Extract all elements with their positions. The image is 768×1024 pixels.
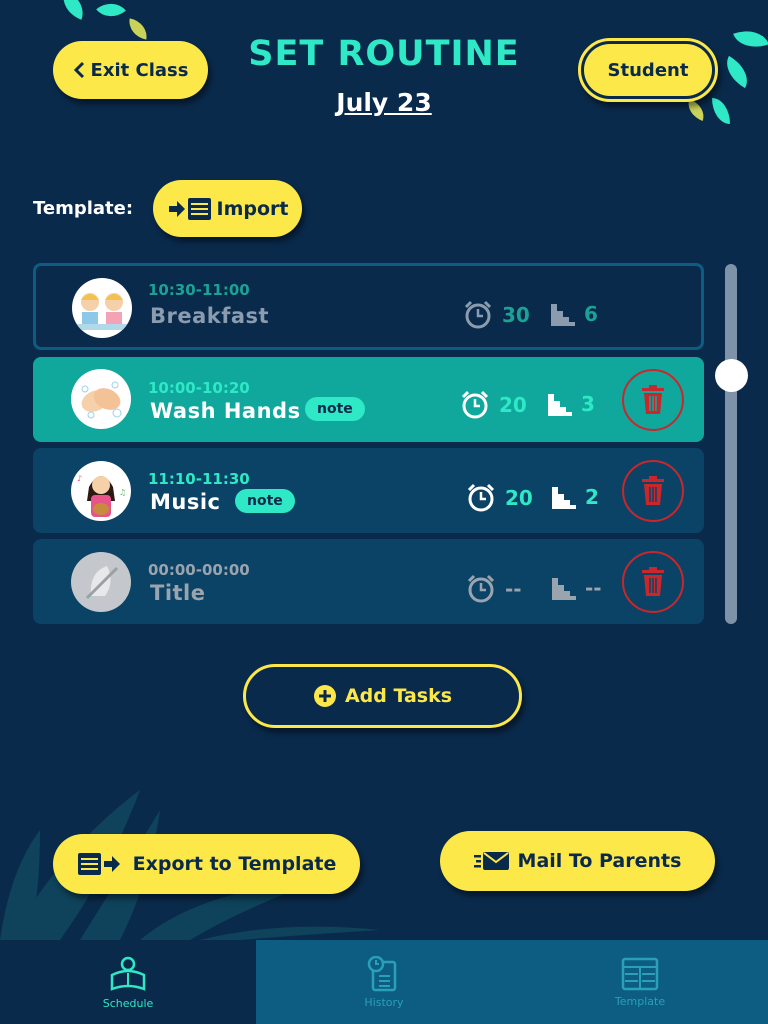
task-list-scrollbar[interactable] <box>725 264 737 624</box>
task-duration: 20 <box>465 482 533 514</box>
student-button[interactable]: Student <box>578 38 718 102</box>
task-time: 11:10-11:30 <box>148 470 250 488</box>
task-time: 10:00-10:20 <box>148 379 250 397</box>
task-name: Breakfast <box>150 304 270 328</box>
tab-template[interactable]: Template <box>512 940 768 1024</box>
trash-icon <box>642 385 664 414</box>
tab-label: Template <box>614 994 666 1008</box>
task-row-wash-hands[interactable]: 10:00-10:20 Wash Hands note 20 3 <box>33 357 704 442</box>
duration-value: 20 <box>499 393 527 417</box>
steps-value: 3 <box>581 392 595 416</box>
duration-value: 20 <box>505 486 533 510</box>
export-to-template-button[interactable]: Export to Template <box>53 834 360 894</box>
bottom-tab-bar: Schedule History Template <box>0 940 768 1024</box>
delete-task-button[interactable] <box>622 369 684 431</box>
steps-icon <box>551 304 575 326</box>
task-row-breakfast[interactable]: 10:30-11:00 Breakfast 30 6 <box>33 263 704 350</box>
trash-icon <box>642 476 664 505</box>
task-name: Wash Hands <box>150 399 301 423</box>
student-label: Student <box>584 44 712 96</box>
alarm-clock-icon <box>464 300 492 329</box>
task-time: 10:30-11:00 <box>148 281 250 299</box>
task-steps: 6 <box>550 301 598 327</box>
task-name: Music <box>150 490 221 514</box>
alarm-clock-icon <box>467 574 495 603</box>
steps-value: -- <box>585 576 602 600</box>
task-duration: -- <box>465 573 522 605</box>
svg-text:♫: ♫ <box>119 488 126 497</box>
import-template-icon <box>168 197 211 220</box>
task-name: Title <box>150 581 206 605</box>
steps-icon <box>552 487 576 509</box>
music-girl-icon: ♪ ♫ <box>71 461 131 521</box>
breakfast-kids-icon <box>72 278 132 338</box>
template-grid-icon <box>621 957 659 990</box>
steps-value: 6 <box>584 302 598 326</box>
task-steps: 3 <box>547 391 595 417</box>
note-badge[interactable]: note <box>235 489 295 513</box>
export-template-icon <box>77 853 120 875</box>
add-tasks-label: Add Tasks <box>344 685 453 707</box>
export-label: Export to Template <box>132 853 337 875</box>
trash-icon <box>642 567 664 596</box>
delete-task-button[interactable] <box>622 460 684 522</box>
mail-label: Mail To Parents <box>517 850 682 872</box>
task-time: 00:00-00:00 <box>148 561 250 579</box>
alarm-clock-icon <box>467 483 495 512</box>
steps-value: 2 <box>585 485 599 509</box>
tab-label: Schedule <box>102 996 154 1010</box>
scrollbar-thumb[interactable] <box>715 359 748 392</box>
add-tasks-button[interactable]: Add Tasks <box>243 664 522 728</box>
duration-value: -- <box>505 577 522 601</box>
wash-hands-icon <box>71 369 131 429</box>
task-steps: -- <box>551 575 602 601</box>
note-badge[interactable]: note <box>305 397 365 421</box>
tab-label: History <box>364 995 404 1009</box>
task-duration: 30 <box>462 299 530 331</box>
mail-to-parents-button[interactable]: Mail To Parents <box>440 831 715 891</box>
tab-schedule[interactable]: Schedule <box>0 940 256 1024</box>
plus-circle-icon <box>313 685 336 707</box>
task-duration: 20 <box>459 389 527 421</box>
delete-task-button[interactable] <box>622 551 684 613</box>
import-label: Import <box>216 197 289 220</box>
task-row-empty[interactable]: 00:00-00:00 Title -- -- <box>33 539 704 624</box>
duration-value: 30 <box>502 303 530 327</box>
task-steps: 2 <box>551 484 599 510</box>
mail-send-icon <box>473 852 509 870</box>
template-label: Template: <box>33 198 134 219</box>
alarm-clock-icon <box>461 390 489 419</box>
task-row-music[interactable]: ♪ ♫ 11:10-11:30 Music note 20 2 <box>33 448 704 533</box>
tab-history[interactable]: History <box>256 940 512 1024</box>
history-clipboard-icon <box>367 955 397 991</box>
import-button[interactable]: Import <box>153 180 302 237</box>
reading-person-icon <box>110 956 146 991</box>
steps-icon <box>552 578 576 600</box>
steps-icon <box>548 394 572 416</box>
placeholder-icon <box>71 552 131 612</box>
svg-text:♪: ♪ <box>77 474 82 483</box>
